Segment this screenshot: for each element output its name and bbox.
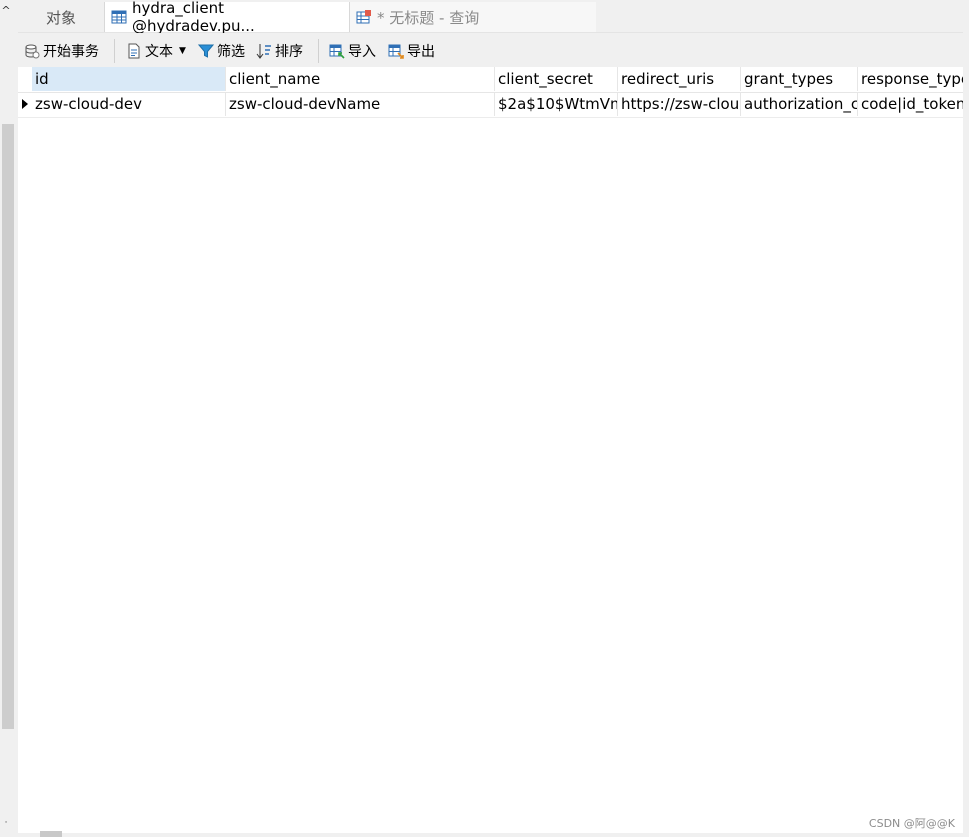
column-header-grant-types[interactable]: grant_types [741,67,858,91]
tab-objects[interactable]: 对象 [18,2,104,32]
tab-bar: 对象 hydra_client @hydradev.pu... * 无标题 - … [18,0,969,35]
import-label: 导入 [348,44,376,60]
export-button[interactable]: 导出 [388,40,435,62]
data-grid: id client_name client_secret redirect_ur… [18,67,963,833]
vertical-scrollbar[interactable]: ^ · [0,0,18,837]
document-icon [128,43,140,59]
column-header-redirect-uris[interactable]: redirect_uris [618,67,741,91]
toolbar: 开始事务 文本 ▼ 筛选 排序 导入 导出 [18,33,963,67]
begin-transaction-label: 开始事务 [43,44,99,60]
grid-header: id client_name client_secret redirect_ur… [18,67,963,93]
filter-icon [198,44,214,58]
cell-response-type[interactable]: code|id_token [858,92,963,116]
cell-id[interactable]: zsw-cloud-dev [32,92,226,116]
cell-redirect-uris[interactable]: https://zsw-cloud [618,92,741,116]
database-transaction-icon [25,44,40,59]
tab-query-label: * 无标题 - 查询 [377,8,480,27]
text-label: 文本 [145,44,173,60]
cell-client-secret[interactable]: $2a$10$WtmVm [495,92,618,116]
toolbar-divider [318,39,319,63]
row-indicator-icon [18,92,32,116]
table-icon [111,10,127,24]
cell-client-name[interactable]: zsw-cloud-devName [226,92,495,116]
scrollbar-thumb[interactable] [2,124,14,729]
table-row[interactable]: zsw-cloud-dev zsw-cloud-devName $2a$10$W… [18,92,963,118]
scroll-up-icon[interactable]: ^ [0,4,12,18]
tab-objects-label: 对象 [45,8,76,27]
watermark: CSDN @阿@@K [868,817,955,830]
sort-icon [256,44,271,59]
right-edge [963,32,969,837]
begin-transaction-button[interactable]: 开始事务 [24,40,99,62]
chevron-down-icon[interactable]: ▼ [179,46,186,56]
filter-button[interactable]: 筛选 [198,40,245,62]
sort-label: 排序 [275,44,303,60]
column-header-client-name[interactable]: client_name [226,67,495,91]
column-header-client-secret[interactable]: client_secret [495,67,618,91]
tab-table-label: hydra_client @hydradev.pu... [132,0,255,35]
import-button[interactable]: 导入 [329,40,376,62]
filter-label: 筛选 [217,44,245,60]
tab-hydra-client-table[interactable]: hydra_client @hydradev.pu... [104,0,350,35]
column-header-id[interactable]: id [32,67,226,91]
sort-button[interactable]: 排序 [256,40,303,62]
toolbar-divider [114,39,115,63]
text-button[interactable]: 文本 ▼ [126,40,186,62]
export-icon [388,44,404,59]
scroll-down-icon[interactable]: · [0,818,12,837]
import-icon [329,44,345,59]
query-icon [356,10,371,24]
cell-grant-types[interactable]: authorization_c [741,92,858,116]
horizontal-scrollbar-thumb[interactable] [40,831,62,837]
export-label: 导出 [407,44,435,60]
horizontal-scrollbar[interactable] [18,833,969,837]
tab-untitled-query[interactable]: * 无标题 - 查询 [350,2,596,32]
column-header-response-type[interactable]: response_type [858,67,963,91]
